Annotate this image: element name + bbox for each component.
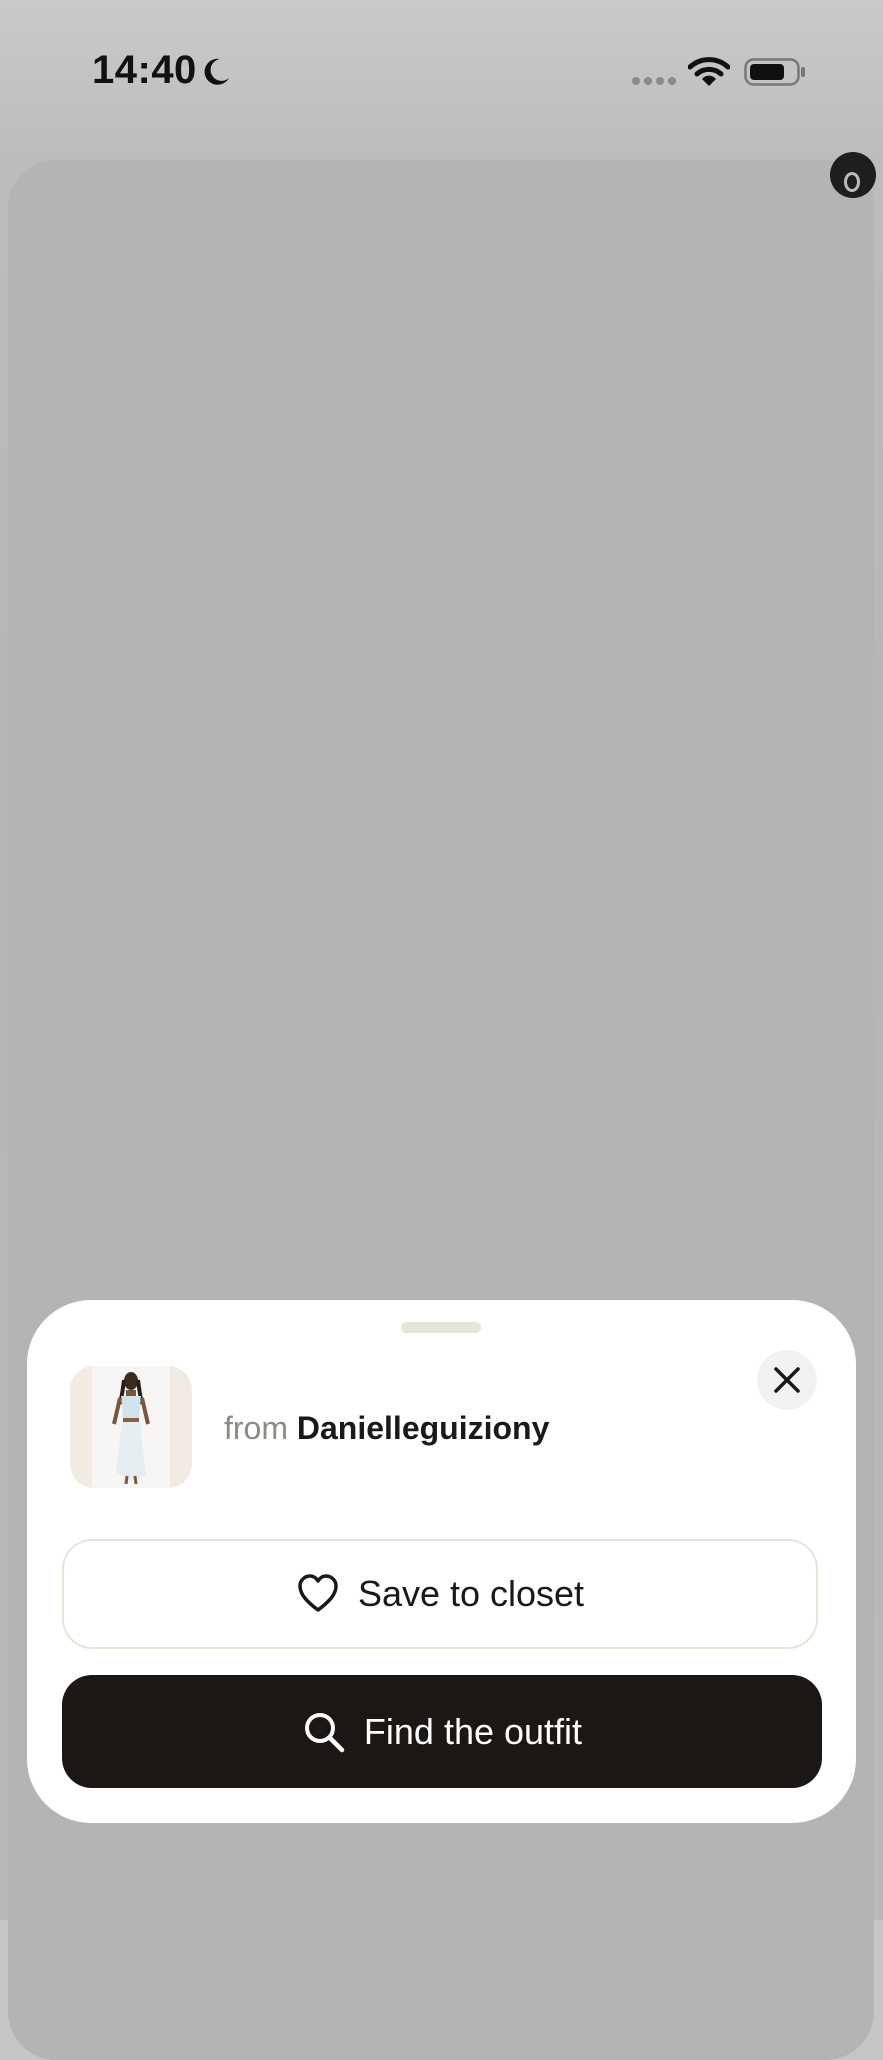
source-prefix: from [224, 1410, 288, 1446]
source-attribution: from Danielleguiziony [224, 1408, 549, 1448]
find-button-label: Find the outfit [363, 1710, 583, 1752]
search-icon [304, 1712, 345, 1752]
moon-icon [204, 58, 229, 85]
avatar [830, 152, 876, 198]
model-photo-image [112, 1372, 150, 1485]
save-button-label: Save to closet [357, 1573, 585, 1614]
product-thumbnail[interactable] [70, 1366, 192, 1488]
status-time: 14:40 [92, 48, 197, 92]
sheet-drag-handle[interactable] [401, 1322, 481, 1333]
find-the-outfit-button[interactable]: Find the outfit [62, 1675, 822, 1788]
cellular-signal-icon [632, 77, 676, 85]
battery-icon [744, 58, 805, 86]
outfit-action-sheet: from Danielleguiziony Save to closet Fin… [27, 1300, 856, 1823]
close-button[interactable] [757, 1350, 817, 1410]
source-username[interactable]: Danielleguiziony [297, 1410, 549, 1446]
wifi-icon [688, 57, 730, 86]
save-to-closet-button[interactable]: Save to closet [62, 1539, 818, 1649]
heart-icon [298, 1574, 338, 1612]
close-icon [774, 1367, 800, 1393]
